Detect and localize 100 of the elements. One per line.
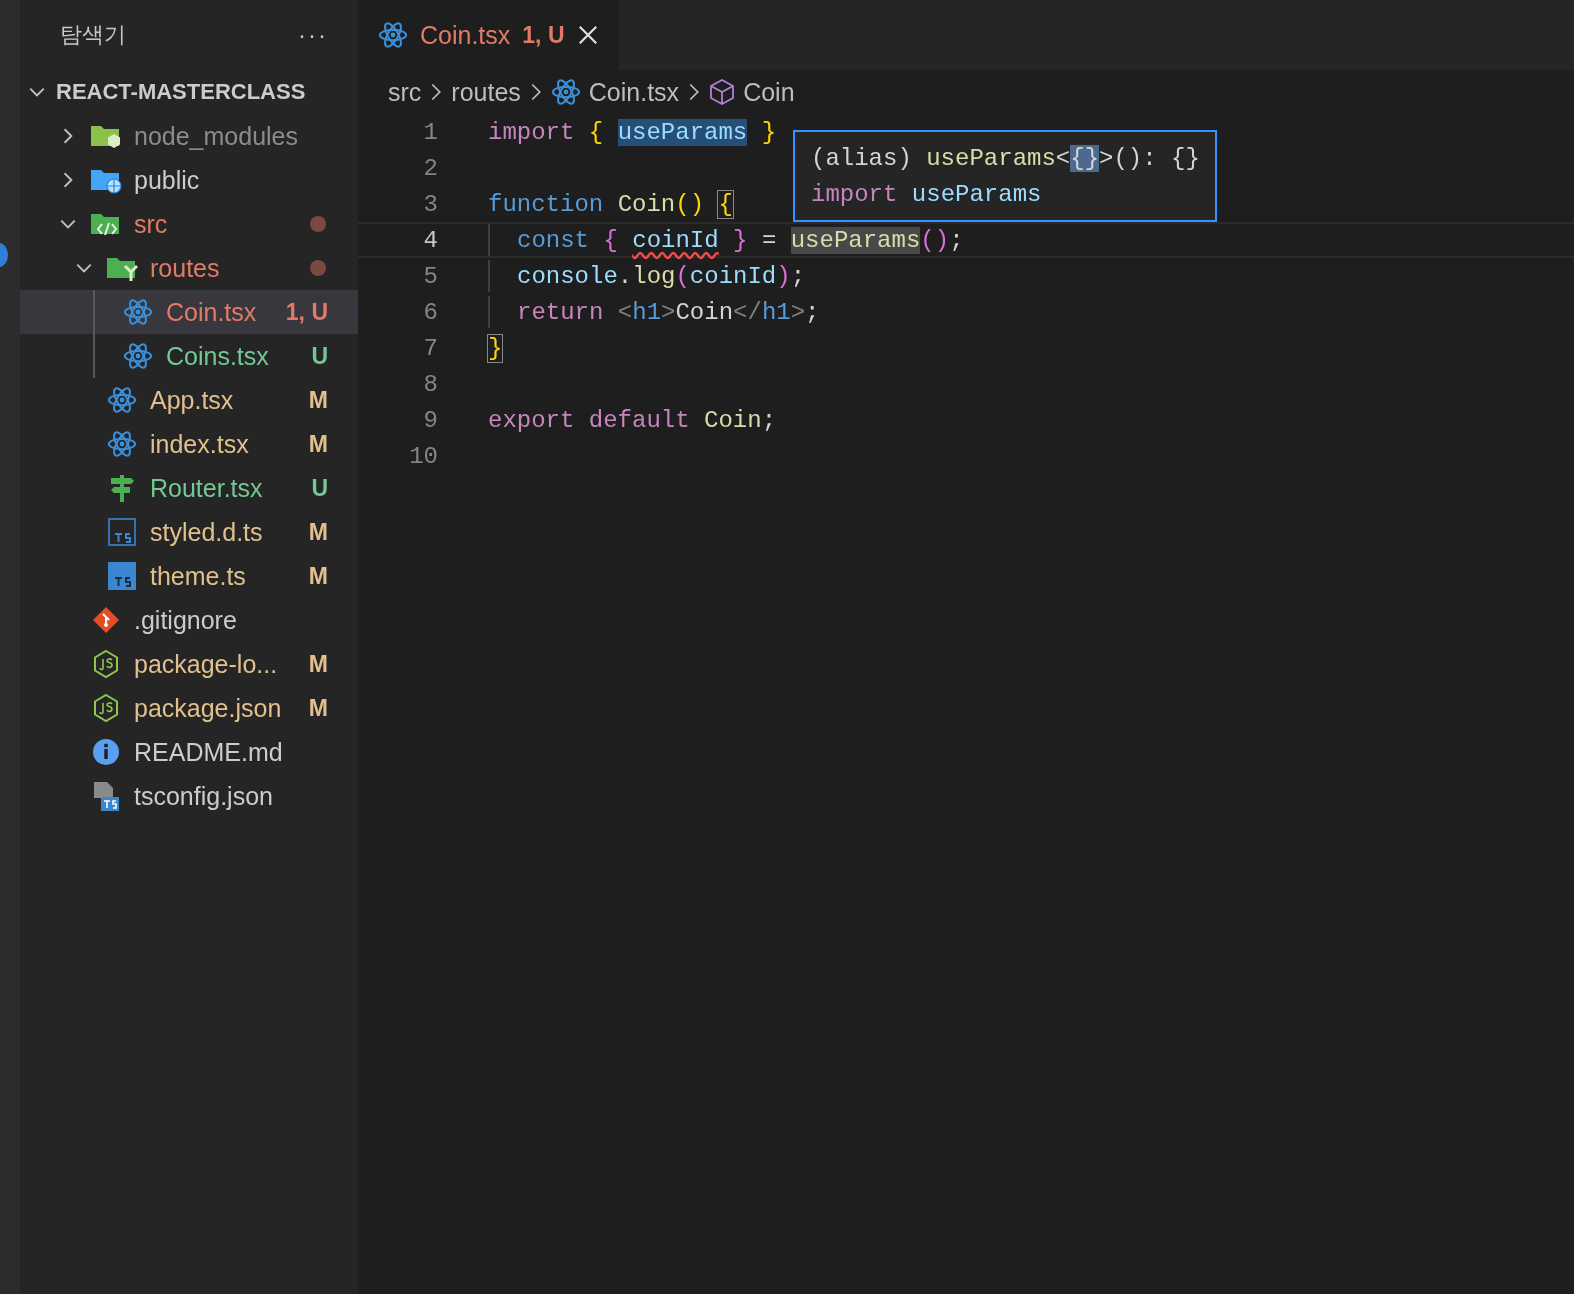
code-token: > bbox=[661, 298, 676, 326]
file-tree-item[interactable]: package-lo... M bbox=[20, 642, 358, 686]
config-file-icon bbox=[92, 781, 120, 811]
code-token: export default bbox=[488, 406, 691, 434]
project-root-item[interactable]: REACT-MASTERCLASS bbox=[20, 70, 358, 114]
atom-icon bbox=[550, 77, 581, 107]
code-token: . bbox=[617, 262, 633, 290]
code-token: { bbox=[603, 226, 619, 254]
code-token: useParams bbox=[790, 226, 921, 254]
code-token: () bbox=[675, 190, 706, 218]
line-number: 4 bbox=[422, 226, 438, 254]
code-token: } bbox=[760, 118, 777, 146]
code-token: coinId bbox=[689, 262, 777, 290]
atom-icon bbox=[378, 20, 408, 50]
git-status-label: M bbox=[308, 562, 328, 590]
file-tree-item[interactable]: Coins.tsx U bbox=[20, 334, 358, 378]
code-token: < bbox=[1055, 144, 1071, 172]
file-tree-item[interactable]: Coin.tsx 1, U bbox=[20, 290, 358, 334]
code-token: ) bbox=[776, 262, 791, 290]
file-tree-item[interactable]: tsconfig.json bbox=[20, 774, 358, 818]
code-token: log bbox=[632, 262, 676, 290]
code-token: useParams bbox=[926, 144, 1056, 172]
code-token: return bbox=[517, 298, 605, 326]
info-icon bbox=[92, 738, 120, 766]
code-token: Coin bbox=[704, 406, 762, 434]
breadcrumb-item[interactable]: Coin.tsx bbox=[588, 77, 680, 107]
code-token: { bbox=[718, 190, 733, 218]
atom-icon bbox=[107, 429, 137, 459]
code-token: > bbox=[790, 298, 806, 326]
git-status-label: M bbox=[308, 518, 328, 546]
code-token: < bbox=[617, 298, 633, 326]
code-token: import bbox=[488, 118, 576, 146]
code-token: import bbox=[811, 180, 899, 208]
file-tree-item[interactable]: .gitignore bbox=[20, 598, 358, 642]
code-token: Coin bbox=[617, 190, 676, 218]
file-tree-item[interactable]: App.tsx M bbox=[20, 378, 358, 422]
git-status-label: M bbox=[308, 694, 328, 722]
file-tree-item[interactable]: routes bbox=[20, 246, 358, 290]
line-number: 9 bbox=[422, 406, 438, 434]
code-token: } bbox=[488, 334, 503, 362]
atom-icon bbox=[107, 385, 137, 415]
explorer-title: 탐색기 bbox=[60, 21, 126, 49]
line-number: 6 bbox=[422, 298, 438, 326]
code-token: useParams bbox=[617, 118, 748, 146]
code-token: {} bbox=[1070, 144, 1100, 172]
line-number: 8 bbox=[422, 370, 438, 398]
code-token: } bbox=[732, 226, 749, 254]
file-tree-item[interactable]: theme.ts M bbox=[20, 554, 358, 598]
breadcrumb-item[interactable]: routes bbox=[451, 77, 521, 107]
file-tree-item[interactable]: node_modules bbox=[20, 114, 358, 158]
code-token: ; bbox=[805, 298, 820, 326]
ts-file-icon bbox=[108, 518, 136, 546]
editor-tab[interactable]: Coin.tsx 1, U bbox=[358, 0, 619, 70]
git-status-label: U bbox=[311, 474, 328, 502]
file-tree-item[interactable]: Router.tsx U bbox=[20, 466, 358, 510]
git-status-label: M bbox=[308, 430, 328, 458]
file-tree-item[interactable]: package.json M bbox=[20, 686, 358, 730]
code-token: h1 bbox=[632, 298, 662, 326]
git-icon bbox=[92, 606, 120, 634]
file-tree-item[interactable]: styled.d.ts M bbox=[20, 510, 358, 554]
line-number: 3 bbox=[422, 190, 438, 218]
code-token: function bbox=[488, 190, 605, 218]
atom-icon bbox=[123, 341, 153, 371]
line-number: 5 bbox=[422, 262, 438, 290]
breadcrumb-item[interactable]: Coin bbox=[743, 77, 795, 107]
code-token: (alias) bbox=[811, 144, 913, 172]
code-token: = bbox=[761, 226, 778, 254]
git-status-label: M bbox=[308, 386, 328, 414]
code-token: ( bbox=[675, 262, 690, 290]
line-number: 2 bbox=[422, 154, 438, 182]
code-token: </ bbox=[733, 298, 762, 326]
file-tree-item[interactable]: public bbox=[20, 158, 358, 202]
file-tree-item[interactable]: README.md bbox=[20, 730, 358, 774]
nodejs-icon bbox=[92, 693, 120, 723]
code-token: { bbox=[588, 118, 605, 146]
code-token: ; bbox=[761, 406, 777, 434]
breadcrumb-item[interactable]: src bbox=[388, 77, 422, 107]
code-token: Coin bbox=[675, 298, 734, 326]
line-number: 10 bbox=[408, 442, 438, 470]
code-token: coinId bbox=[632, 226, 719, 254]
atom-icon bbox=[123, 297, 153, 327]
file-tree-item[interactable]: index.tsx M bbox=[20, 422, 358, 466]
git-status-label: 1, U bbox=[285, 298, 328, 326]
code-token: ; bbox=[790, 262, 806, 290]
code-token: console bbox=[517, 262, 618, 290]
git-status-label: M bbox=[308, 650, 328, 678]
cube-icon bbox=[709, 78, 736, 106]
code-token: ; bbox=[949, 226, 964, 254]
nodejs-icon bbox=[92, 649, 120, 679]
git-status-label: U bbox=[311, 342, 328, 370]
code-token: >(): {} bbox=[1099, 144, 1200, 172]
line-number: 1 bbox=[422, 118, 438, 146]
line-number: 7 bbox=[422, 334, 438, 362]
code-token: h1 bbox=[761, 298, 791, 326]
close-icon[interactable] bbox=[576, 24, 599, 46]
file-tree-item[interactable]: src bbox=[20, 202, 358, 246]
ts-file-icon bbox=[108, 562, 136, 590]
code-token: () bbox=[920, 226, 950, 254]
more-actions-button[interactable]: ··· bbox=[298, 21, 328, 49]
code-token: useParams bbox=[911, 180, 1042, 208]
